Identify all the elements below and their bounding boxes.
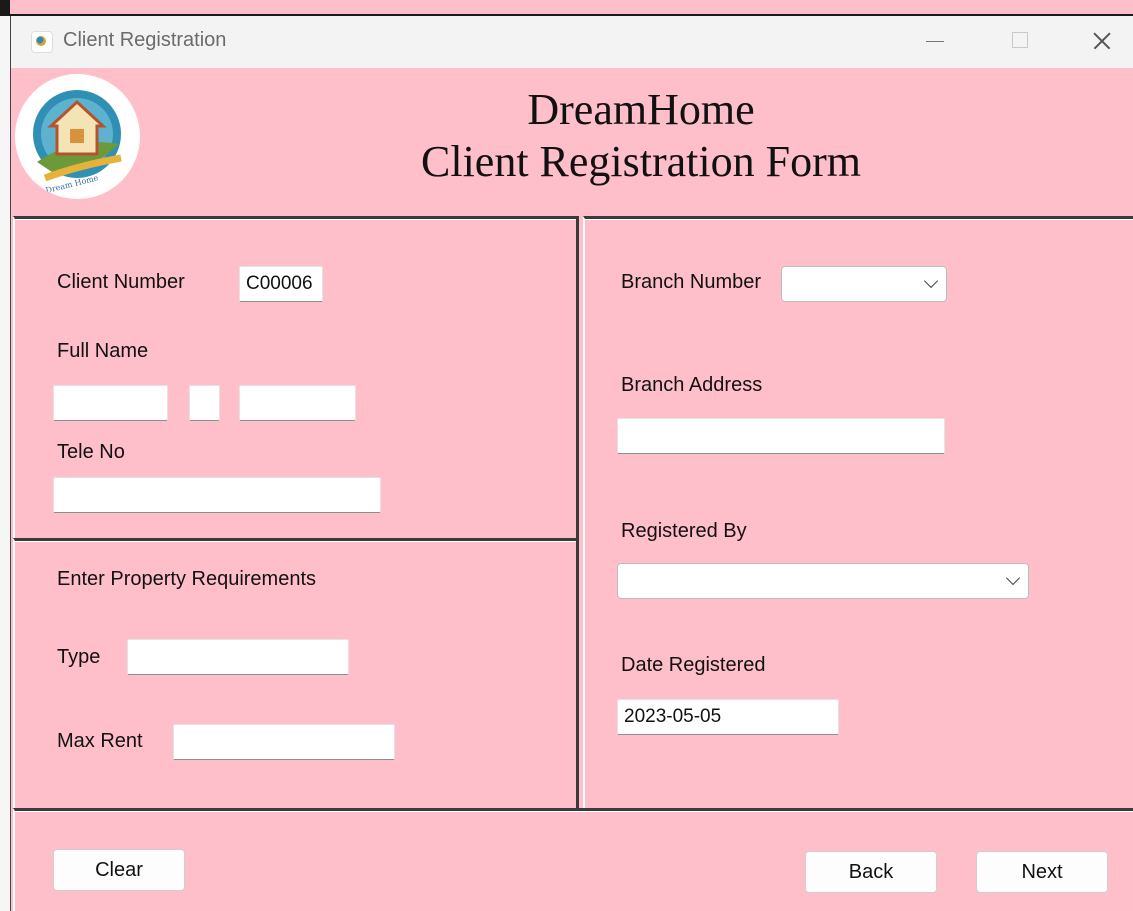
clear-button[interactable]: Clear	[53, 849, 185, 891]
title-bar[interactable]: Client Registration	[11, 16, 1133, 68]
type-field[interactable]	[127, 639, 349, 675]
tele-no-label: Tele No	[57, 441, 125, 463]
first-name-field[interactable]	[53, 385, 168, 421]
branch-address-field[interactable]	[617, 418, 945, 454]
type-label: Type	[57, 646, 101, 668]
requirements-heading: Enter Property Requirements	[57, 568, 317, 590]
brand-title: DreamHome	[527, 85, 755, 134]
chevron-down-icon	[1005, 570, 1021, 586]
chevron-down-icon	[923, 273, 939, 289]
client-registration-window: Client Registration Dream Home DreamHome…	[10, 16, 1133, 911]
client-number-field[interactable]	[239, 266, 323, 302]
registered-by-label: Registered By	[621, 520, 747, 542]
branch-address-label: Branch Address	[621, 374, 763, 396]
form-title: Client Registration Form	[421, 137, 861, 186]
property-requirements-panel: Enter Property Requirements Type Max Ren…	[13, 538, 579, 808]
middle-initial-field[interactable]	[189, 385, 220, 421]
minimize-icon[interactable]	[916, 26, 956, 56]
branch-number-label: Branch Number	[621, 271, 762, 293]
background-window-edge	[0, 0, 1133, 16]
client-number-label: Client Number	[57, 271, 185, 293]
date-registered-label: Date Registered	[621, 654, 766, 676]
next-button[interactable]: Next	[976, 851, 1108, 893]
last-name-field[interactable]	[239, 385, 356, 421]
registered-by-select[interactable]	[617, 563, 1029, 599]
client-details-panel: Client Number Full Name Tele No	[13, 216, 579, 540]
branch-number-select[interactable]	[781, 266, 947, 302]
full-name-label: Full Name	[57, 340, 149, 362]
branch-panel: Branch Number Branch Address Registered …	[583, 216, 1133, 808]
date-registered-field[interactable]	[617, 699, 839, 735]
dreamhome-logo: Dream Home	[15, 74, 140, 199]
button-bar: Clear Back Next	[13, 808, 1133, 911]
window-title: Client Registration	[63, 29, 227, 51]
max-rent-label: Max Rent	[57, 730, 143, 752]
max-rent-field[interactable]	[173, 724, 395, 760]
app-logo-icon	[31, 31, 53, 53]
house-logo-icon: Dream Home	[33, 90, 122, 195]
back-button[interactable]: Back	[805, 851, 937, 893]
close-icon[interactable]	[1083, 26, 1123, 56]
maximize-icon[interactable]	[1001, 26, 1041, 56]
form-header: DreamHome Client Registration Form	[331, 84, 951, 188]
tele-no-field[interactable]	[53, 477, 381, 513]
